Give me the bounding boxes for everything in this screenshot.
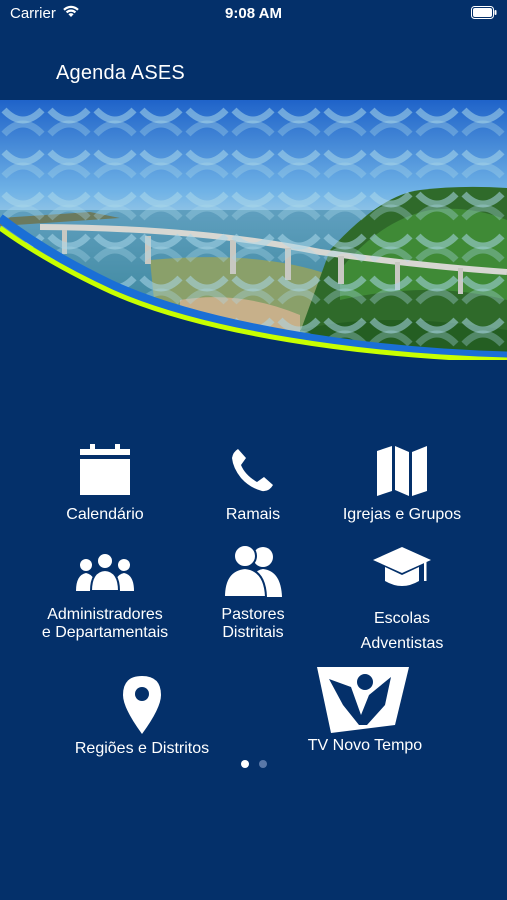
page-title: Agenda ASES [56,62,185,84]
pastores-label-line2: Distritais [222,624,284,641]
ramais-button[interactable]: Ramais [203,440,303,530]
map-pin-icon [123,676,161,734]
igrejas-label: Igrejas e Grupos [342,506,462,523]
calendar-label: Calendário [66,506,144,523]
regioes-button[interactable]: Regiões e Distritos [62,675,222,760]
regioes-label: Regiões e Distritos [74,740,210,757]
graduation-cap-icon [373,547,431,586]
page-dot-active [241,760,249,768]
page-dot-inactive [259,760,267,768]
ramais-label: Ramais [225,506,281,523]
administradores-label-line1: Administradores [47,606,163,623]
pastores-label-line1: Pastores [221,606,285,623]
administradores-button[interactable]: Administradores e Departamentais [25,545,185,645]
tv-novo-tempo-logo-icon [317,667,409,733]
administradores-label-line2: e Departamentais [41,624,169,641]
igrejas-button[interactable]: Igrejas e Grupos [332,440,472,530]
tv-novo-tempo-button[interactable]: TV Novo Tempo [295,665,435,760]
pastores-button[interactable]: Pastores Distritais [203,545,303,645]
phone-icon [232,449,273,492]
map-icon [377,446,427,496]
calendar-icon [80,444,130,495]
escolas-label-line2: Adventistas [360,635,444,652]
battery-icon [471,6,497,19]
calendar-button[interactable]: Calendário [40,440,170,530]
users-icon [223,545,282,597]
escolas-button[interactable]: Escolas Adventistas [342,545,462,655]
tv-novo-tempo-label: TV Novo Tempo [307,737,423,754]
clock: 9:08 AM [225,5,282,22]
page-indicator[interactable] [240,760,270,770]
escolas-label-line1: Escolas [373,610,431,627]
status-bar: Carrier 9:08 AM [0,0,507,28]
group-icon [76,552,134,591]
banner-image [0,100,507,360]
